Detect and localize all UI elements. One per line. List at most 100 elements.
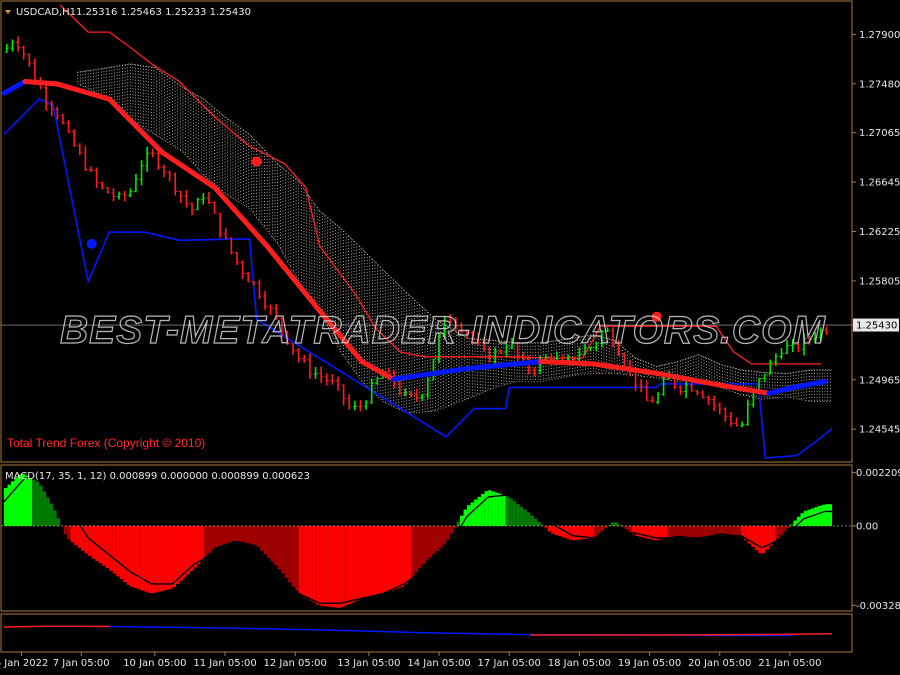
macd-bar (74, 525, 78, 546)
macd-bar (217, 525, 222, 546)
current-price-tag: 1.25430 (853, 318, 899, 332)
macd-bar (596, 525, 601, 534)
macd-bar (365, 525, 369, 598)
macd-bar (210, 525, 215, 550)
price-tick-label: 1.24965 (859, 375, 900, 386)
macd-bar (782, 525, 787, 532)
macd-bar (695, 525, 699, 538)
macd-bar (372, 525, 376, 596)
macd-bar (263, 525, 268, 555)
macd-bar (123, 525, 127, 583)
macd-bar (691, 525, 696, 538)
macd-bar (284, 525, 289, 579)
macd-bar (568, 525, 573, 540)
macd-bar (382, 525, 387, 593)
macd-bar (428, 525, 433, 558)
time-tick-label: 7 Jan 05:00 (53, 658, 110, 669)
macd-bar (309, 525, 313, 601)
macd-bar (67, 525, 71, 540)
macd-bar (161, 525, 166, 591)
time-tick-label: 20 Jan 05:00 (688, 658, 751, 669)
macd-bar (302, 525, 306, 597)
macd-bar (154, 525, 159, 593)
macd-bar (498, 493, 503, 526)
macd-bar (712, 525, 717, 535)
macd-bar (249, 525, 254, 545)
ohlc-values: 1.25316 1.25463 1.25233 1.25430 (76, 7, 251, 18)
time-tick-label: 17 Jan 05:00 (478, 658, 541, 669)
price-tick-label: 1.27065 (859, 128, 900, 139)
macd-bar (168, 525, 173, 590)
macd-bar (46, 497, 50, 526)
macd-bar (424, 525, 429, 561)
macd-bar (484, 491, 489, 526)
signal-dot (251, 156, 262, 167)
macd-bar (186, 525, 190, 575)
macd-bar (733, 525, 738, 535)
macd-bar (470, 502, 475, 526)
trading-chart[interactable]: BEST-METATRADER-INDICATORS.COM 1.27900 1.… (0, 0, 900, 675)
macd-bar (10, 481, 15, 526)
macd-bar (126, 525, 131, 585)
macd-bar (519, 506, 524, 526)
macd-bar (253, 525, 257, 545)
macd-bar (137, 525, 141, 590)
macd-bar (709, 525, 713, 536)
macd-bar (84, 525, 89, 554)
macd-bar (182, 525, 187, 578)
time-tick-label: 10 Jan 05:00 (123, 658, 186, 669)
macd-bar (235, 525, 240, 541)
price-tick-label: 1.25805 (859, 276, 900, 287)
strength-line (3, 625, 110, 628)
macd-bar (207, 525, 212, 554)
macd-bar (677, 525, 682, 536)
macd-bar (32, 479, 36, 526)
macd-bar (193, 525, 198, 568)
macd-header: MACD(17, 35, 1, 12) 0.000899 0.000000 0.… (5, 471, 310, 482)
macd-bar (56, 518, 61, 526)
macd-bar (624, 525, 629, 530)
macd-bar (547, 525, 552, 532)
macd-bar (140, 525, 145, 591)
macd-bar (25, 475, 29, 526)
macd-bar (719, 525, 724, 534)
macd-bar (39, 485, 43, 526)
macd-bar (407, 525, 412, 581)
macd-bar (291, 525, 296, 587)
macd-bar (267, 525, 271, 558)
macd-bar (116, 525, 120, 577)
macd-bar (53, 510, 57, 526)
macd-bar (330, 525, 334, 607)
macd-bar (821, 504, 826, 526)
macd-bar (737, 525, 741, 536)
macd-bar (361, 525, 366, 598)
macd-bar (319, 525, 324, 606)
macd-bar (112, 525, 117, 574)
macd-bar (730, 525, 734, 535)
macd-bar (102, 525, 106, 566)
macd-bar (105, 525, 110, 569)
macd-bar (481, 493, 485, 526)
macd-tick-label: 0.002209 (856, 468, 900, 479)
macd-bar (410, 525, 415, 577)
macd-bar (256, 525, 261, 548)
symbol-title: USDCAD,H1 (16, 7, 76, 18)
macd-bar (35, 481, 40, 526)
macd-bar (386, 525, 390, 592)
macd-bar (446, 525, 450, 540)
macd-bar (537, 521, 541, 526)
macd-bar (449, 525, 454, 534)
macd-bar (28, 477, 33, 526)
macd-bar (368, 525, 373, 597)
macd-bar (754, 525, 759, 551)
macd-bar (681, 525, 685, 537)
macd-bar (337, 525, 341, 608)
macd-bar (817, 506, 822, 526)
price-tick-label: 1.27900 (859, 30, 900, 41)
macd-bar (456, 521, 461, 526)
macd-bar (246, 525, 250, 544)
macd-bar (351, 525, 355, 603)
macd-bar (772, 525, 776, 543)
macd-bar (42, 491, 47, 526)
macd-bar (77, 525, 82, 548)
